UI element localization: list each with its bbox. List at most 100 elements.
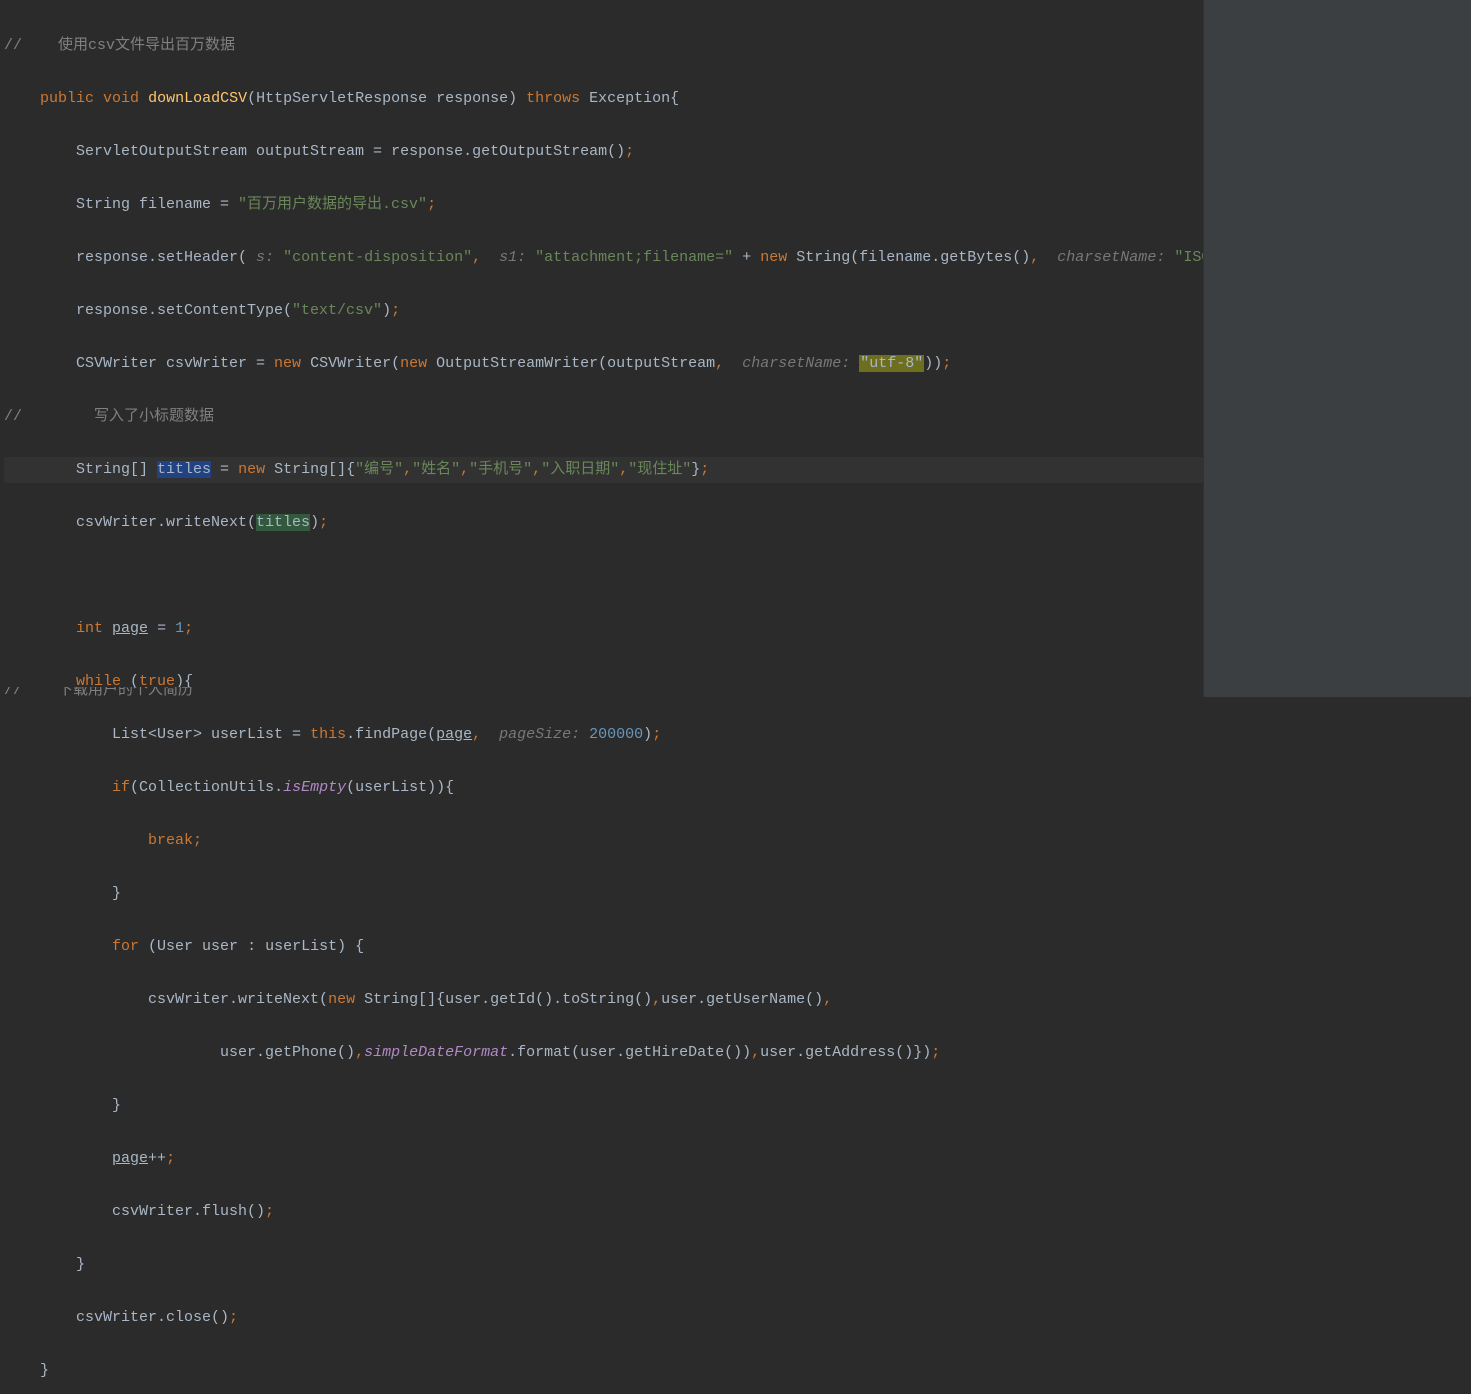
code-line: public void downLoadCSV(HttpServletRespo… <box>4 86 1203 113</box>
keyword-int: int <box>76 620 103 637</box>
comma: , <box>1030 249 1039 266</box>
code-text <box>4 1150 112 1167</box>
semicolon: ; <box>942 355 951 372</box>
right-panel[interactable] <box>1203 0 1471 697</box>
code-text: List<User> userList = <box>4 726 310 743</box>
code-line: csvWriter.writeNext(new String[]{user.ge… <box>4 987 1203 1014</box>
variable-usage: titles <box>256 514 310 531</box>
comma: , <box>751 1044 760 1061</box>
code-text: response.setContentType( <box>4 302 292 319</box>
code-line: } <box>4 1252 1203 1279</box>
code-text: csvWriter.writeNext( <box>4 514 256 531</box>
code-line: // 使用csv文件导出百万数据 <box>4 33 1203 60</box>
signature: (HttpServletResponse response) <box>247 90 526 107</box>
code-line-current: String[] titles = new String[]{"编号","姓名"… <box>4 457 1203 484</box>
code-line: csvWriter.close(); <box>4 1305 1203 1332</box>
semicolon: ; <box>319 514 328 531</box>
code-text: ) <box>382 302 391 319</box>
selected-variable: titles <box>157 461 211 478</box>
string-literal: "姓名" <box>412 461 460 478</box>
keyword-new: new <box>760 249 787 266</box>
code-text: } <box>4 885 121 902</box>
keyword-public: public <box>40 90 94 107</box>
string-literal: "编号" <box>355 461 403 478</box>
code-text: user.getUserName() <box>661 991 823 1008</box>
code-editor[interactable]: // 使用csv文件导出百万数据 public void downLoadCSV… <box>0 0 1203 697</box>
comma: , <box>715 355 724 372</box>
code-text: (userList)){ <box>346 779 454 796</box>
code-text: .findPage( <box>346 726 436 743</box>
code-text: )) <box>924 355 942 372</box>
comment-text: // 写入了小标题数据 <box>4 408 214 425</box>
signature-end: Exception{ <box>580 90 679 107</box>
comma: , <box>460 461 469 478</box>
string-literal: "入职日期" <box>541 461 619 478</box>
semicolon: ; <box>193 832 202 849</box>
param-hint: s: <box>247 249 283 266</box>
code-line: ServletOutputStream outputStream = respo… <box>4 139 1203 166</box>
code-text: ) <box>310 514 319 531</box>
semicolon: ; <box>265 1203 274 1220</box>
code-text: (User user : userList) { <box>139 938 364 955</box>
code-text: CSVWriter( <box>301 355 400 372</box>
keyword-throws: throws <box>526 90 580 107</box>
code-line: int page = 1; <box>4 616 1203 643</box>
code-line: break; <box>4 828 1203 855</box>
keyword-if: if <box>112 779 130 796</box>
code-text: } <box>4 1256 85 1273</box>
code-text: user.getAddress()}) <box>760 1044 931 1061</box>
keyword-new: new <box>328 991 355 1008</box>
code-text: response.setHeader( <box>4 249 247 266</box>
comma: , <box>472 249 481 266</box>
semicolon: ; <box>427 196 436 213</box>
semicolon: ; <box>229 1309 238 1326</box>
code-line <box>4 563 1203 590</box>
comma: , <box>355 1044 364 1061</box>
code-text: ServletOutputStream outputStream = respo… <box>4 143 625 160</box>
param-hint: charsetName: <box>1048 249 1174 266</box>
bottom-comment: // 下载用户的个人简历 <box>4 687 193 697</box>
keyword-new: new <box>274 355 301 372</box>
string-literal: "content-disposition" <box>283 249 472 266</box>
code-text: user.getPhone() <box>4 1044 355 1061</box>
number-literal: 1 <box>175 620 184 637</box>
code-text: = <box>211 461 238 478</box>
code-text: (CollectionUtils. <box>130 779 283 796</box>
code-text: csvWriter.close() <box>4 1309 229 1326</box>
code-line: // 写入了小标题数据 <box>4 404 1203 431</box>
code-text: } <box>691 461 700 478</box>
number-literal: 200000 <box>589 726 643 743</box>
comma: , <box>652 991 661 1008</box>
code-line: response.setHeader( s: "content-disposit… <box>4 245 1203 272</box>
comma: , <box>619 461 628 478</box>
code-text: } <box>4 1097 121 1114</box>
code-text: OutputStreamWriter(outputStream <box>427 355 715 372</box>
string-literal: "现住址" <box>628 461 691 478</box>
code-line: user.getPhone(),simpleDateFormat.format(… <box>4 1040 1203 1067</box>
code-line: if(CollectionUtils.isEmpty(userList)){ <box>4 775 1203 802</box>
comment-text: // 使用csv文件导出百万数据 <box>4 37 235 54</box>
code-line: for (User user : userList) { <box>4 934 1203 961</box>
code-text: = <box>148 620 175 637</box>
code-line: List<User> userList = this.findPage(page… <box>4 722 1203 749</box>
keyword-new: new <box>238 461 265 478</box>
param-hint: pageSize: <box>499 726 589 743</box>
code-text: csvWriter.writeNext( <box>4 991 328 1008</box>
bottom-strip: // 下载用户的个人简历 <box>0 687 1203 697</box>
comma: , <box>532 461 541 478</box>
code-line: } <box>4 881 1203 908</box>
semicolon: ; <box>166 1150 175 1167</box>
semicolon: ; <box>391 302 400 319</box>
code-text: CSVWriter csvWriter = <box>4 355 274 372</box>
string-literal-highlighted: "utf-8" <box>859 355 924 372</box>
code-line: } <box>4 1093 1203 1120</box>
code-text: ) <box>643 726 652 743</box>
semicolon: ; <box>652 726 661 743</box>
keyword-break: break <box>148 832 193 849</box>
code-text: ++ <box>148 1150 166 1167</box>
variable: page <box>112 620 148 637</box>
op-plus: + <box>733 249 760 266</box>
semicolon: ; <box>700 461 709 478</box>
code-text: } <box>4 1362 49 1379</box>
code-text: String[] <box>4 461 157 478</box>
